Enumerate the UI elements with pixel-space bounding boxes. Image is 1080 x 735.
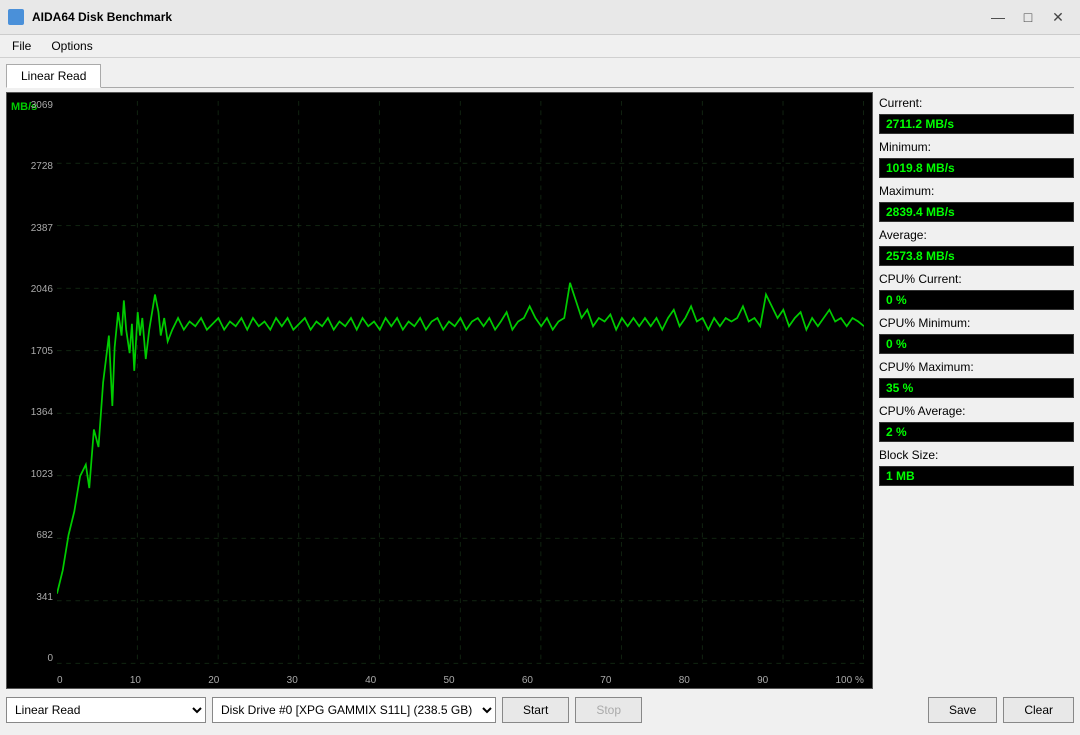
y-label-682: 682: [11, 531, 57, 541]
current-label: Current:: [879, 96, 1074, 110]
chart-panel: MB/s 04:36 3069 2728 2387 2046 1705 1364…: [6, 92, 873, 689]
app-icon: [8, 9, 24, 25]
y-label-1023: 1023: [11, 470, 57, 480]
x-label-30: 30: [287, 675, 298, 686]
x-labels: 0 10 20 30 40 50 60 70 80 90 100 %: [57, 675, 864, 686]
cpu-current-value: 0 %: [879, 290, 1074, 310]
cpu-current-label: CPU% Current:: [879, 272, 1074, 286]
x-label-10: 10: [130, 675, 141, 686]
y-label-3069: 3069: [11, 101, 57, 111]
disk-select[interactable]: Disk Drive #0 [XPG GAMMIX S11L] (238.5 G…: [212, 697, 496, 723]
stop-button[interactable]: Stop: [575, 697, 642, 723]
window-controls: — □ ✕: [984, 6, 1072, 28]
y-label-0: 0: [11, 654, 57, 664]
cpu-maximum-value: 35 %: [879, 378, 1074, 398]
save-button[interactable]: Save: [928, 697, 997, 723]
menu-file[interactable]: File: [4, 37, 39, 55]
block-size-label: Block Size:: [879, 448, 1074, 462]
main-container: Linear Read MB/s 04:36 3069 2728 2387 20…: [0, 58, 1080, 733]
y-label-1705: 1705: [11, 347, 57, 357]
y-label-2387: 2387: [11, 224, 57, 234]
bottom-controls: Linear ReadLinear WriteRandom ReadRandom…: [6, 693, 1074, 727]
cpu-average-label: CPU% Average:: [879, 404, 1074, 418]
minimum-label: Minimum:: [879, 140, 1074, 154]
x-label-80: 80: [679, 675, 690, 686]
stats-panel: Current: 2711.2 MB/s Minimum: 1019.8 MB/…: [879, 92, 1074, 689]
x-label-0: 0: [57, 675, 63, 686]
content-area: MB/s 04:36 3069 2728 2387 2046 1705 1364…: [6, 92, 1074, 689]
y-label-2046: 2046: [11, 285, 57, 295]
x-label-40: 40: [365, 675, 376, 686]
tab-bar: Linear Read: [6, 64, 1074, 88]
menu-options[interactable]: Options: [43, 37, 100, 55]
y-labels: 3069 2728 2387 2046 1705 1364 1023 682 3…: [11, 101, 57, 664]
menu-bar: File Options: [0, 35, 1080, 58]
x-label-50: 50: [443, 675, 454, 686]
maximize-button[interactable]: □: [1014, 6, 1042, 28]
minimum-value: 1019.8 MB/s: [879, 158, 1074, 178]
x-label-60: 60: [522, 675, 533, 686]
cpu-average-value: 2 %: [879, 422, 1074, 442]
y-label-2728: 2728: [11, 162, 57, 172]
app-title: AIDA64 Disk Benchmark: [32, 10, 976, 24]
cpu-maximum-label: CPU% Maximum:: [879, 360, 1074, 374]
current-value: 2711.2 MB/s: [879, 114, 1074, 134]
clear-button[interactable]: Clear: [1003, 697, 1074, 723]
chart-svg: [57, 101, 864, 664]
y-label-341: 341: [11, 593, 57, 603]
start-button[interactable]: Start: [502, 697, 569, 723]
close-button[interactable]: ✕: [1044, 6, 1072, 28]
x-label-70: 70: [600, 675, 611, 686]
tab-linear-read[interactable]: Linear Read: [6, 64, 101, 88]
x-label-90: 90: [757, 675, 768, 686]
title-bar: AIDA64 Disk Benchmark — □ ✕: [0, 0, 1080, 35]
maximum-value: 2839.4 MB/s: [879, 202, 1074, 222]
average-value: 2573.8 MB/s: [879, 246, 1074, 266]
minimize-button[interactable]: —: [984, 6, 1012, 28]
maximum-label: Maximum:: [879, 184, 1074, 198]
average-label: Average:: [879, 228, 1074, 242]
x-label-20: 20: [208, 675, 219, 686]
block-size-value: 1 MB: [879, 466, 1074, 486]
mode-select[interactable]: Linear ReadLinear WriteRandom ReadRandom…: [6, 697, 206, 723]
cpu-minimum-label: CPU% Minimum:: [879, 316, 1074, 330]
cpu-minimum-value: 0 %: [879, 334, 1074, 354]
x-label-100: 100 %: [836, 675, 864, 686]
y-label-1364: 1364: [11, 408, 57, 418]
chart-grid: [57, 101, 864, 664]
